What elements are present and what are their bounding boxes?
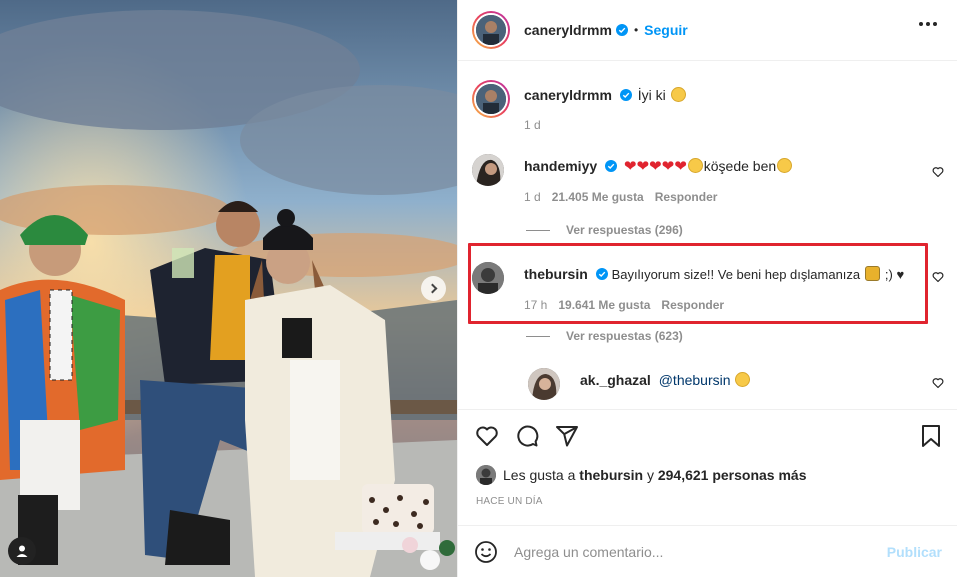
share-icon[interactable]	[555, 424, 579, 448]
photo-image	[0, 0, 457, 577]
post-photo[interactable]	[0, 0, 457, 577]
verified-badge-icon	[605, 160, 618, 172]
commenter-avatar[interactable]	[472, 154, 504, 186]
post-sidebar: caneryldrmm • Seguir caneryldrmm İyi ki	[457, 0, 957, 577]
author-avatar[interactable]	[472, 11, 510, 49]
tagged-users-button[interactable]	[8, 537, 36, 565]
likes-summary: Les gusta a thebursin y 294,621 personas…	[476, 465, 807, 485]
smiling-face-emoji-icon	[670, 87, 686, 102]
view-replies-button[interactable]: Ver respuestas (296)	[526, 223, 683, 237]
verified-badge-icon	[619, 89, 632, 101]
comment-text-suffix: ;) ♥	[884, 267, 905, 282]
author-username[interactable]: caneryldrmm	[524, 22, 612, 38]
caption-username[interactable]: caneryldrmm	[524, 87, 612, 103]
reply-username[interactable]: ak._ghazal	[580, 372, 651, 388]
comment-text: Bayılıyorum size!! Ve beni hep dışlamanı…	[611, 267, 861, 282]
action-bar	[458, 409, 957, 461]
comment-likes[interactable]: 21.405 Me gusta	[552, 190, 644, 204]
caption-text: İyi ki	[637, 87, 666, 103]
verified-badge-icon	[615, 24, 628, 36]
caption: caneryldrmm İyi ki 1 d	[472, 80, 687, 132]
likes-count[interactable]: 294,621 personas más	[658, 467, 807, 483]
commenter-username[interactable]: handemiyy	[524, 158, 597, 174]
comment-age[interactable]: 17 h	[524, 298, 547, 312]
sad-face-emoji-icon	[735, 372, 751, 387]
follow-button[interactable]: Seguir	[644, 22, 688, 38]
commenter-avatar[interactable]	[472, 262, 504, 294]
hearts-emoji-icon: ❤❤❤❤❤	[623, 158, 687, 175]
next-photo-button[interactable]	[421, 276, 446, 301]
caption-age[interactable]: 1 d	[524, 118, 541, 132]
caption-avatar[interactable]	[472, 80, 510, 118]
emoji-picker-icon[interactable]	[474, 540, 498, 564]
laughing-face-emoji-icon	[777, 158, 793, 173]
reply-item: ak._ghazal @thebursin	[528, 368, 751, 400]
liker-username[interactable]: thebursin	[579, 467, 643, 483]
liker-avatar[interactable]	[476, 465, 496, 485]
like-comment-heart-icon[interactable]	[932, 377, 944, 389]
like-heart-icon[interactable]	[475, 424, 499, 448]
post-header: caneryldrmm • Seguir	[458, 0, 957, 61]
commenter-username[interactable]: thebursin	[524, 266, 588, 282]
comment-item: handemiyy ❤❤❤❤❤ köşede ben 1 d 21.405 Me …	[472, 154, 793, 204]
likes-prefix: Les gusta a	[503, 467, 576, 483]
comment-likes[interactable]: 19.641 Me gusta	[558, 298, 650, 312]
more-options-icon[interactable]	[919, 22, 937, 26]
reply-button[interactable]: Responder	[661, 298, 724, 312]
view-replies-label: Ver respuestas (296)	[566, 223, 683, 237]
like-comment-heart-icon[interactable]	[932, 166, 944, 178]
publish-button[interactable]: Publicar	[887, 544, 942, 560]
separator-dot: •	[633, 23, 639, 37]
view-replies-label: Ver respuestas (623)	[566, 329, 683, 343]
save-bookmark-icon[interactable]	[920, 424, 942, 448]
laughing-face-emoji-icon	[687, 158, 703, 173]
reply-button[interactable]: Responder	[655, 190, 718, 204]
comment-text: köşede ben	[703, 158, 777, 174]
comment-input[interactable]	[514, 543, 874, 560]
reply-avatar[interactable]	[528, 368, 560, 400]
add-comment-bar: Publicar	[458, 525, 957, 577]
view-replies-button[interactable]: Ver respuestas (623)	[526, 329, 683, 343]
chevron-right-icon	[427, 283, 437, 294]
reply-mention[interactable]: @thebursin	[659, 372, 731, 388]
user-icon	[16, 545, 28, 557]
verified-badge-icon	[595, 268, 608, 280]
comment-icon[interactable]	[515, 424, 539, 448]
beer-emoji-icon	[865, 266, 881, 281]
post-timestamp[interactable]: Hace un día	[476, 496, 543, 507]
comment-age[interactable]: 1 d	[524, 190, 541, 204]
comments-list[interactable]: caneryldrmm İyi ki 1 d handemiyy ❤❤❤❤❤ k…	[458, 61, 957, 409]
comment-item: thebursin Bayılıyorum size!! Ve beni hep…	[472, 262, 904, 312]
likes-connector: y	[646, 467, 654, 483]
like-comment-heart-icon[interactable]	[932, 271, 944, 283]
